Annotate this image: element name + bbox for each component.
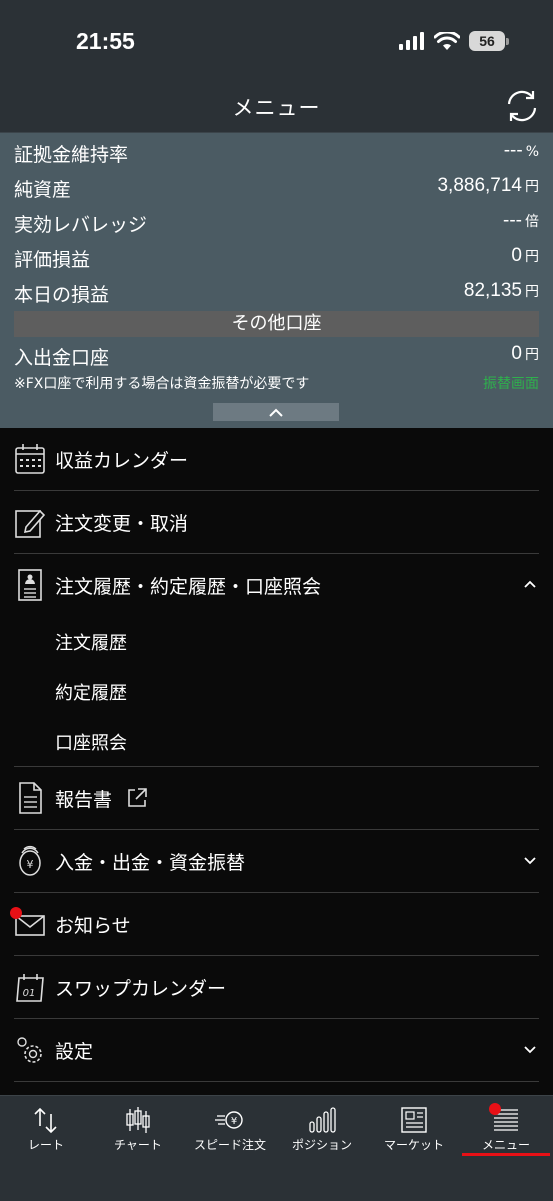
rate-arrows-icon (34, 1107, 57, 1134)
menu-item-label: お知らせ (55, 915, 131, 937)
svg-text:01: 01 (23, 988, 36, 999)
transfer-screen-link[interactable]: 振替画面 (483, 373, 539, 393)
submenu-execution-history[interactable]: 約定履歴 (55, 679, 127, 719)
battery-indicator: 56 (469, 31, 509, 51)
tab-label: メニュー (481, 1138, 530, 1152)
margin-ratio-row: 証拠金維持率 ---% (14, 137, 539, 167)
menu-item-label: 収益カレンダー (55, 450, 189, 472)
header: メニュー (0, 80, 553, 133)
account-summary-panel: 証拠金維持率 ---% 純資産 3,886,714 円 実効レバレッジ --- 倍 … (0, 133, 553, 428)
tab-menu[interactable]: メニュー (460, 1096, 552, 1158)
row-value: ---% (503, 140, 539, 161)
svg-text:¥: ¥ (231, 1116, 237, 1127)
menu-item-label: 入金・出金・資金振替 (55, 852, 246, 874)
menu-item-reports[interactable]: 報告書 (14, 767, 539, 830)
menu-item-swap-calendar[interactable]: 01 スワップカレンダー (14, 956, 539, 1019)
active-tab-indicator (462, 1153, 550, 1156)
status-bar: 21:55 56 (0, 0, 553, 80)
submenu-order-history[interactable]: 注文履歴 (55, 629, 127, 669)
row-value: --- 倍 (503, 210, 539, 231)
deposit-account-row: 入出金口座 0円 (14, 340, 539, 370)
swap-calendar-icon: 01 (16, 974, 44, 1002)
row-label: 評価損益 (14, 249, 91, 271)
row-value: 3,886,714 円 (437, 175, 539, 196)
menu-item-deposit-withdraw[interactable]: ¥ 入金・出金・資金振替 (14, 830, 539, 893)
refresh-icon[interactable] (503, 87, 541, 125)
candlestick-icon (126, 1107, 150, 1133)
tab-speed-order[interactable]: ¥ スピード注文 (184, 1096, 276, 1158)
notification-badge (489, 1103, 501, 1115)
row-label: 入出金口座 (14, 347, 110, 369)
row-value: 0円 (511, 343, 539, 364)
menu-item-profit-calendar[interactable]: 収益カレンダー (14, 428, 539, 491)
history-document-icon (18, 569, 42, 601)
page-title: メニュー (232, 96, 321, 120)
yen-coins-icon: ¥ (19, 845, 41, 876)
transfer-note: ※FX口座で利用する場合は資金振替が必要です (14, 376, 310, 392)
chevron-up-icon (524, 580, 536, 588)
unrealized-pl-row: 評価損益 0円 (14, 242, 539, 272)
edit-icon (15, 509, 46, 538)
menu-item-label: 注文変更・取消 (55, 513, 189, 535)
news-icon (401, 1107, 427, 1133)
net-assets-row: 純資産 3,886,714 円 (14, 172, 539, 202)
row-label: 本日の損益 (14, 284, 110, 306)
tab-label: チャート (114, 1138, 162, 1152)
menu-item-notifications[interactable]: お知らせ (10, 893, 539, 956)
battery-level: 56 (479, 33, 495, 49)
calendar-icon (15, 444, 45, 474)
notification-badge (10, 907, 22, 919)
tab-chart[interactable]: チャート (92, 1096, 184, 1158)
menu-item-label: 注文履歴・約定履歴・口座照会 (55, 576, 322, 598)
menu-item-settings[interactable]: 設定 (14, 1019, 539, 1082)
row-label: 実効レバレッジ (14, 214, 148, 236)
submenu-account-inquiry[interactable]: 口座照会 (55, 729, 127, 769)
menu-item-label: 報告書 (55, 789, 113, 811)
status-icons: 56 (399, 30, 509, 52)
tab-label: マーケット (383, 1138, 444, 1152)
chevron-down-icon (524, 1046, 536, 1054)
row-label: 純資産 (14, 179, 72, 201)
tab-label: ポジション (291, 1138, 352, 1152)
external-link-icon (128, 788, 147, 807)
position-bars-icon (309, 1107, 336, 1133)
menu-item-label: スワップカレンダー (55, 978, 227, 1000)
collapse-button[interactable] (213, 403, 339, 421)
bottom-tab-bar: レート チャート ¥ スピード注文 ポジション マーケット メニュー (0, 1095, 553, 1201)
menu-item-label: 設定 (55, 1041, 94, 1063)
tab-market[interactable]: マーケット (368, 1096, 460, 1158)
tab-label: スピード注文 (193, 1138, 266, 1152)
row-value: 82,135 円 (463, 280, 539, 301)
menu-item-order-history[interactable]: 注文履歴・約定履歴・口座照会 注文履歴 約定履歴 口座照会 (14, 554, 539, 767)
other-accounts-header: その他口座 (14, 311, 539, 337)
wifi-icon (434, 31, 460, 50)
speed-order-icon: ¥ (215, 1111, 243, 1129)
row-value: 0円 (511, 245, 539, 266)
menu-item-order-change[interactable]: 注文変更・取消 (14, 491, 539, 554)
leverage-row: 実効レバレッジ --- 倍 (14, 207, 539, 237)
cellular-signal-icon (399, 32, 424, 50)
tab-rate[interactable]: レート (0, 1096, 92, 1158)
svg-text:¥: ¥ (27, 858, 34, 871)
tab-label: レート (27, 1138, 64, 1152)
today-pl-row: 本日の損益 82,135 円 (14, 277, 539, 307)
status-time: 21:55 (76, 28, 135, 54)
document-icon (19, 782, 42, 814)
chevron-down-icon (524, 857, 536, 865)
gear-icon (17, 1037, 42, 1063)
tab-position[interactable]: ポジション (276, 1096, 368, 1158)
chevron-up-icon (269, 408, 283, 417)
row-label: 証拠金維持率 (14, 144, 129, 166)
